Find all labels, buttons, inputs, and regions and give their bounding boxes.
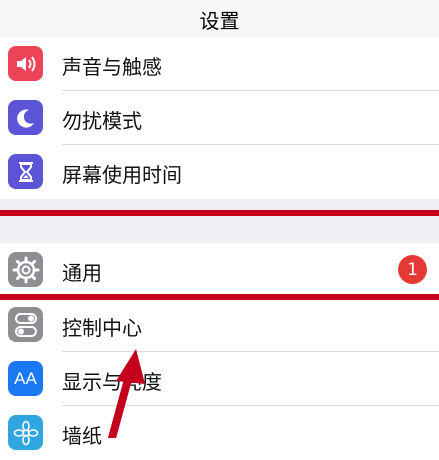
annotation-arrow-icon — [108, 349, 145, 438]
